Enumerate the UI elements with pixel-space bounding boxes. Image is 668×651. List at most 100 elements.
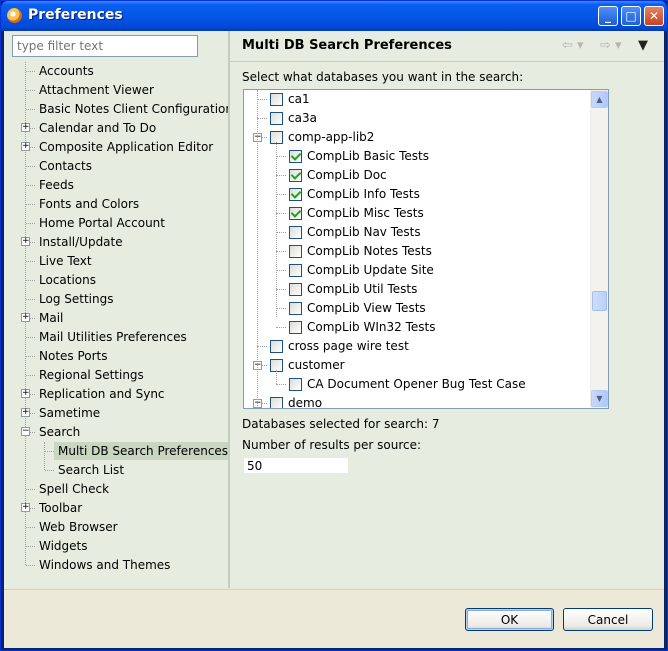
database-label: CompLib Util Tests	[307, 282, 418, 296]
expand-icon[interactable]: +	[21, 408, 30, 417]
tree-item-label: Live Text	[39, 254, 92, 268]
tree-guide-line	[26, 375, 35, 376]
tree-guide-line	[257, 90, 258, 408]
database-checkbox[interactable]	[289, 245, 302, 258]
tree-item-label: Windows and Themes	[39, 558, 171, 572]
results-per-source-input[interactable]	[243, 457, 349, 474]
tree-guide-line	[45, 451, 54, 452]
tree-guide-line	[276, 194, 286, 195]
tree-guide-line	[276, 213, 286, 214]
tree-item-label: Fonts and Colors	[39, 197, 140, 211]
scroll-up-icon[interactable]: ▲	[591, 91, 608, 108]
tree-guide-line	[276, 251, 286, 252]
instruction-label: Select what databases you want in the se…	[242, 70, 524, 84]
database-checkbox[interactable]	[289, 283, 302, 296]
database-label: CompLib Misc Tests	[307, 206, 424, 220]
tree-guide-line	[276, 370, 277, 384]
window-title: Preferences	[28, 7, 123, 23]
scroll-down-icon[interactable]: ▼	[591, 390, 608, 407]
page-header: Multi DB Search Preferences ⇦ ▾ ⇨ ▾ ▼	[230, 31, 664, 61]
tree-item-label: Calendar and To Do	[39, 121, 157, 135]
database-checkbox[interactable]	[289, 264, 302, 277]
tree-guide-line	[26, 280, 35, 281]
tree-guide-line	[26, 204, 35, 205]
tree-item-label: Log Settings	[39, 292, 114, 306]
database-checkbox[interactable]	[289, 302, 302, 315]
database-checkbox[interactable]	[289, 378, 302, 391]
app-icon	[7, 8, 22, 23]
tree-guide-line	[26, 71, 35, 72]
database-checkbox[interactable]	[289, 150, 302, 163]
forward-arrow-icon[interactable]: ⇨ ▾	[600, 38, 622, 53]
tree-guide-line	[26, 166, 35, 167]
expand-icon[interactable]: +	[21, 313, 30, 322]
tree-guide-line	[26, 185, 35, 186]
database-label: demo	[288, 396, 323, 409]
tree-item-label: Mail	[39, 311, 64, 325]
tree-item-label: Toolbar	[39, 501, 83, 515]
tree-item-label: Composite Application Editor	[39, 140, 214, 154]
expand-icon[interactable]: +	[21, 123, 30, 132]
database-checkbox[interactable]	[270, 112, 283, 125]
database-list[interactable]: ca1 ca3a comp-app-lib2− CompLib Basic Tests…	[243, 89, 609, 409]
tree-item-label: Search	[39, 425, 81, 439]
database-label: ca3a	[288, 111, 317, 125]
database-list-scrollbar[interactable]: ▲ ▼	[590, 90, 608, 408]
database-label: CompLib Nav Tests	[307, 225, 421, 239]
database-checkbox[interactable]	[289, 226, 302, 239]
tree-guide-line	[26, 261, 35, 262]
close-button[interactable]: ✕	[644, 6, 664, 26]
tree-guide-line	[26, 299, 35, 300]
tree-item-label: Home Portal Account	[39, 216, 165, 230]
database-checkbox[interactable]	[289, 321, 302, 334]
back-arrow-icon[interactable]: ⇦ ▾	[562, 38, 584, 53]
collapse-icon[interactable]: −	[21, 427, 30, 436]
tree-guide-line	[276, 270, 286, 271]
header-divider	[230, 61, 664, 62]
tree-guide-line	[26, 546, 35, 547]
database-checkbox[interactable]	[270, 93, 283, 106]
tree-guide-line	[276, 327, 286, 328]
tree-guide-line	[276, 308, 286, 309]
tree-item-label: Regional Settings	[39, 368, 144, 382]
database-label: CA Document Opener Bug Test Case	[307, 377, 526, 391]
ok-button[interactable]: OK	[465, 608, 554, 631]
title-bar[interactable]: Preferences _ □ ✕	[1, 1, 667, 31]
results-per-source-label: Number of results per source:	[242, 438, 422, 452]
database-checkbox[interactable]	[289, 188, 302, 201]
tree-item-label: Multi DB Search Preferences	[54, 442, 233, 460]
tree-guide-line	[44, 442, 45, 470]
expand-icon[interactable]: +	[21, 503, 30, 512]
tree-item-label: Basic Notes Client Configuration	[39, 102, 233, 116]
database-label: customer	[288, 358, 345, 372]
expand-icon[interactable]: +	[21, 237, 30, 246]
minimize-button[interactable]: _	[598, 6, 618, 26]
preferences-window: Preferences _ □ ✕ Accounts Attachment Vie…	[0, 0, 668, 651]
view-menu-icon[interactable]: ▼	[638, 38, 648, 53]
database-label: CompLib View Tests	[307, 301, 426, 315]
maximize-button[interactable]: □	[621, 6, 641, 26]
tree-guide-line	[26, 337, 35, 338]
tree-guide-line	[26, 565, 35, 566]
database-checkbox[interactable]	[289, 169, 302, 182]
database-checkbox[interactable]	[270, 397, 283, 408]
preferences-nav-pane: Accounts Attachment Viewer Basic Notes Cli…	[4, 31, 233, 588]
database-label: CompLib Info Tests	[307, 187, 420, 201]
scroll-thumb[interactable]	[592, 291, 607, 311]
database-checkbox[interactable]	[289, 207, 302, 220]
database-label: comp-app-lib2	[288, 130, 375, 144]
tree-item-label: Locations	[39, 273, 97, 287]
tree-guide-line	[26, 223, 35, 224]
cancel-button[interactable]: Cancel	[563, 608, 653, 631]
database-checkbox[interactable]	[270, 340, 283, 353]
tree-item-label: Attachment Viewer	[39, 83, 154, 97]
expand-icon[interactable]: +	[21, 142, 30, 151]
tree-item-label: Spell Check	[39, 482, 110, 496]
database-label: CompLib Notes Tests	[307, 244, 432, 258]
tree-item-label: Install/Update	[39, 235, 123, 249]
database-label: CompLib Update Site	[307, 263, 434, 277]
filter-input[interactable]	[12, 35, 198, 57]
expand-icon[interactable]: +	[21, 389, 30, 398]
database-label: CompLib Doc	[307, 168, 387, 182]
database-label: ca1	[288, 92, 310, 106]
